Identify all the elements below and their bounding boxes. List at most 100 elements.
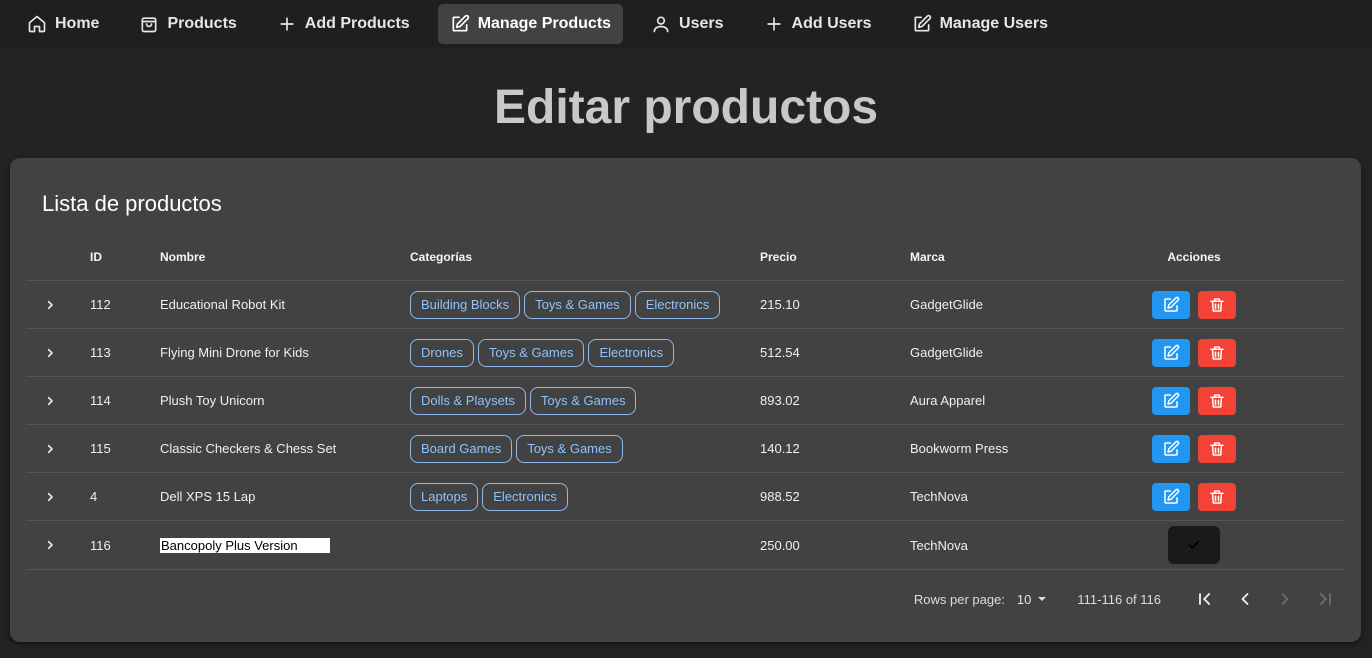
edit-button[interactable] [1152, 338, 1190, 367]
category-chip: Drones [410, 338, 474, 367]
top-navigation: Home Products Add Products Manage Produc… [0, 0, 1372, 48]
edit-button[interactable] [1152, 434, 1190, 463]
nav-item-add-users[interactable]: Add Users [752, 4, 884, 44]
table-row: 114 Plush Toy Unicorn Dolls & Playsets T… [26, 377, 1345, 425]
first-page-icon [1199, 593, 1211, 605]
rows-per-page-select[interactable]: 10 [1017, 592, 1047, 607]
last-page-button[interactable] [1305, 583, 1345, 615]
shopping-bag-icon [139, 14, 159, 34]
caret-down-icon [1038, 597, 1047, 601]
edit-icon [912, 14, 932, 34]
edit-icon [450, 14, 470, 34]
header-name: Nombre [160, 249, 206, 264]
chevron-right-icon [47, 540, 53, 550]
cell-id: 114 [90, 393, 111, 408]
cell-name [160, 521, 330, 569]
cell-categories: Building Blocks Toys & Games Electronics [410, 281, 721, 328]
edit-icon [1164, 296, 1180, 312]
cell-actions [1146, 425, 1242, 472]
cell-price: 893.02 [760, 393, 800, 408]
nav-item-manage-users[interactable]: Manage Users [900, 4, 1061, 44]
chevron-right-icon [47, 396, 53, 405]
cell-categories: Laptops Electronics [410, 473, 568, 520]
pagination: Rows per page: 10 111-116 of 116 [914, 583, 1345, 615]
cell-price: 988.52 [760, 489, 800, 504]
edit-button[interactable] [1152, 482, 1190, 511]
nav-item-users[interactable]: Users [639, 4, 735, 44]
cell-id: 113 [90, 345, 111, 360]
category-chip: Board Games [410, 434, 513, 463]
expand-button[interactable] [40, 473, 60, 520]
chevron-right-icon [47, 444, 53, 453]
cell-categories: Dolls & Playsets Toys & Games [410, 377, 637, 424]
expand-button[interactable] [40, 281, 60, 328]
cell-actions [1146, 473, 1242, 520]
category-chip: Toys & Games [477, 338, 585, 367]
page-range: 111-116 of 116 [1077, 591, 1161, 607]
user-icon [651, 14, 671, 34]
trash-icon [1210, 393, 1224, 408]
cell-name: Plush Toy Unicorn [160, 393, 265, 408]
delete-button[interactable] [1198, 434, 1236, 463]
header-id: ID [90, 249, 102, 264]
cell-id: 112 [90, 297, 111, 312]
page-title: Editar productos [493, 81, 879, 134]
header-actions: Acciones [1167, 249, 1221, 264]
edit-button[interactable] [1152, 386, 1190, 415]
edit-icon [1164, 344, 1180, 360]
category-chip: Laptops [410, 482, 479, 511]
table-row: 112 Educational Robot Kit Building Block… [26, 281, 1345, 329]
expand-button[interactable] [40, 521, 60, 569]
cell-brand: Bookworm Press [910, 441, 1009, 456]
nav-item-products[interactable]: Products [127, 4, 248, 44]
delete-button[interactable] [1198, 482, 1236, 511]
nav-item-add-products[interactable]: Add Products [265, 4, 422, 44]
cell-brand: TechNova [910, 537, 968, 553]
products-card: Lista de productos ID Nombre Categorías … [10, 158, 1361, 642]
plus-icon [764, 14, 784, 34]
cell-name: Classic Checkers & Chess Set [160, 441, 337, 456]
edit-icon [1164, 392, 1180, 408]
confirm-button[interactable] [1168, 526, 1220, 564]
delete-button[interactable] [1198, 386, 1236, 415]
chevron-right-icon [47, 492, 53, 501]
edit-button[interactable] [1152, 290, 1190, 319]
table-row-editing: 116 250.00 TechNova [26, 521, 1345, 570]
edit-icon [1164, 488, 1180, 504]
nav-item-label: Add Users [791, 15, 872, 32]
previous-page-button[interactable] [1225, 583, 1265, 615]
cell-price: 140.12 [760, 441, 800, 456]
delete-button[interactable] [1198, 338, 1236, 367]
chevron-right-icon [47, 300, 53, 309]
cell-price: 250.00 [760, 537, 800, 553]
nav-item-label: Add Products [304, 15, 410, 32]
nav-item-home[interactable]: Home [15, 4, 111, 44]
cell-categories: Board Games Toys & Games [410, 425, 623, 472]
chevron-left-icon [1241, 593, 1249, 605]
nav-item-manage-products[interactable]: Manage Products [437, 4, 624, 44]
category-chip: Dolls & Playsets [410, 386, 526, 415]
chevron-right-icon [1281, 593, 1289, 605]
category-chip: Electronics [482, 482, 568, 511]
expand-button[interactable] [40, 425, 60, 472]
cell-name: Dell XPS 15 Lap [160, 489, 256, 504]
next-page-button[interactable] [1265, 583, 1305, 615]
first-page-button[interactable] [1185, 583, 1225, 615]
expand-button[interactable] [40, 329, 60, 376]
cell-brand: TechNova [910, 489, 968, 504]
rows-per-page-value: 10 [1016, 591, 1032, 607]
expand-button[interactable] [40, 377, 60, 424]
table-header: ID Nombre Categorías Precio Marca Accion… [26, 233, 1345, 281]
rows-per-page-label: Rows per page: [913, 591, 1005, 607]
nav-item-label: Home [55, 15, 100, 32]
card-title: Lista de productos [42, 191, 222, 216]
last-page-icon [1319, 593, 1331, 605]
header-categories: Categorías [410, 249, 473, 264]
name-edit-input[interactable] [160, 537, 330, 553]
nav-item-label: Manage Products [477, 15, 612, 32]
nav-item-label: Products [167, 15, 237, 32]
delete-button[interactable] [1198, 290, 1236, 319]
home-icon [27, 14, 47, 34]
cell-id: 115 [90, 441, 111, 456]
trash-icon [1210, 441, 1224, 456]
